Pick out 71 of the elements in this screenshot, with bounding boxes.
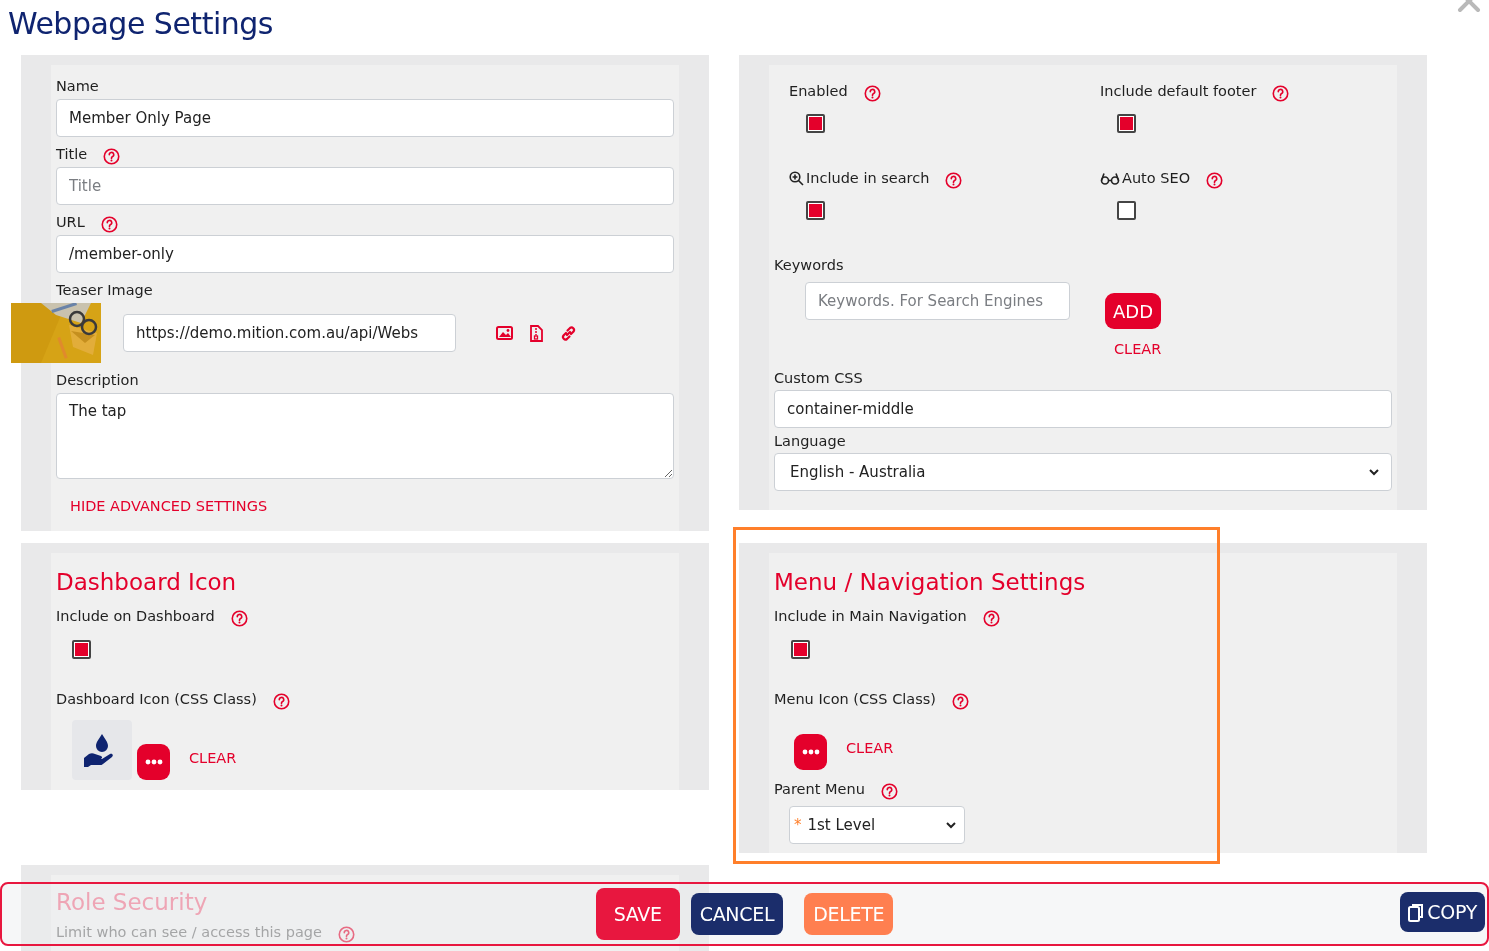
file-icon[interactable] — [530, 324, 543, 342]
help-icon[interactable] — [1272, 84, 1290, 102]
section-heading: Dashboard Icon — [56, 568, 238, 597]
keywords-field[interactable]: Keywords. For Search Engines — [805, 282, 1070, 320]
checkbox[interactable] — [806, 201, 825, 220]
checkbox-label: Include on Dashboard — [56, 607, 215, 626]
field-label: Title — [56, 145, 88, 164]
chevron-down-icon — [946, 821, 956, 829]
help-icon[interactable] — [100, 215, 118, 233]
help-icon[interactable] — [1206, 171, 1224, 189]
more-icon — [801, 749, 820, 755]
field-label: Custom CSS — [774, 369, 863, 388]
help-icon[interactable] — [951, 692, 969, 710]
image-icon[interactable] — [496, 326, 513, 340]
help-icon[interactable] — [230, 609, 248, 627]
add-button[interactable]: ADD — [1105, 293, 1162, 329]
clear-link[interactable]: CLEAR — [1114, 341, 1162, 357]
field-label: Teaser Image — [56, 281, 153, 300]
language-dropdown[interactable]: English - Australia — [774, 453, 1392, 491]
field-label: Dashboard Icon (CSS Class) — [56, 690, 257, 709]
checkbox-label: Enabled — [789, 82, 848, 101]
help-icon[interactable] — [272, 692, 290, 710]
section-heading: Menu / Navigation Settings — [774, 568, 1087, 597]
field-label: Parent Menu — [774, 780, 865, 799]
dropdown-value: 1st Level — [807, 816, 877, 834]
description-text: Limit who can see / access this page — [56, 923, 322, 942]
action-button[interactable]: SAVE — [595, 888, 680, 940]
more-icon — [144, 759, 163, 765]
text-field[interactable]: container-middle — [774, 390, 1392, 428]
checkbox[interactable] — [806, 114, 825, 133]
help-icon[interactable] — [338, 925, 355, 943]
action-button[interactable]: CANCEL — [690, 893, 784, 935]
checkbox[interactable] — [1117, 201, 1136, 220]
required-mark: * — [794, 816, 802, 834]
image-url-field[interactable]: https://demo.mition.com.au/api/Webs — [123, 314, 456, 352]
help-icon[interactable] — [945, 171, 963, 189]
checkbox-label: Include in Main Navigation — [774, 607, 967, 626]
glasses-icon — [1100, 171, 1120, 185]
link-icon[interactable] — [560, 324, 577, 342]
parent-menu-dropdown[interactable]: * 1st Level — [789, 806, 965, 844]
section-heading: Role Security — [56, 888, 208, 917]
text-field[interactable]: Title — [56, 167, 674, 205]
copy-button[interactable]: COPY — [1400, 892, 1485, 932]
checkbox[interactable] — [791, 640, 810, 659]
help-icon[interactable] — [103, 147, 121, 165]
checkbox-label: Auto SEO — [1122, 169, 1191, 188]
copy-icon — [1408, 902, 1425, 922]
field-label: Menu Icon (CSS Class) — [774, 690, 936, 709]
field-label: Description — [56, 371, 139, 390]
clear-link[interactable]: CLEAR — [189, 750, 237, 766]
zoom-in-icon — [789, 170, 804, 186]
clear-link[interactable]: CLEAR — [846, 740, 894, 756]
field-label: Name — [56, 77, 99, 96]
hide-advanced-settings-link[interactable]: HIDE ADVANCED SETTINGS — [70, 498, 268, 514]
help-icon[interactable] — [880, 782, 898, 800]
icon-picker-button[interactable] — [794, 734, 827, 770]
help-icon[interactable] — [863, 84, 881, 102]
description-field[interactable]: The tap — [56, 393, 674, 479]
checkbox[interactable] — [1117, 114, 1136, 133]
checkbox[interactable] — [72, 640, 91, 659]
chevron-down-icon — [1369, 468, 1379, 476]
help-icon[interactable] — [982, 609, 1000, 627]
text-field[interactable]: /member-only — [56, 235, 674, 273]
checkbox-label: Include default footer — [1100, 82, 1257, 101]
text-field[interactable]: Member Only Page — [56, 99, 674, 137]
field-label: Language — [774, 432, 846, 451]
checkbox-label: Include in search — [806, 169, 930, 188]
field-label: URL — [56, 213, 85, 232]
page-title: Webpage Settings — [8, 6, 273, 41]
field-label: Keywords — [774, 256, 844, 275]
icon-picker-button[interactable] — [137, 744, 170, 780]
